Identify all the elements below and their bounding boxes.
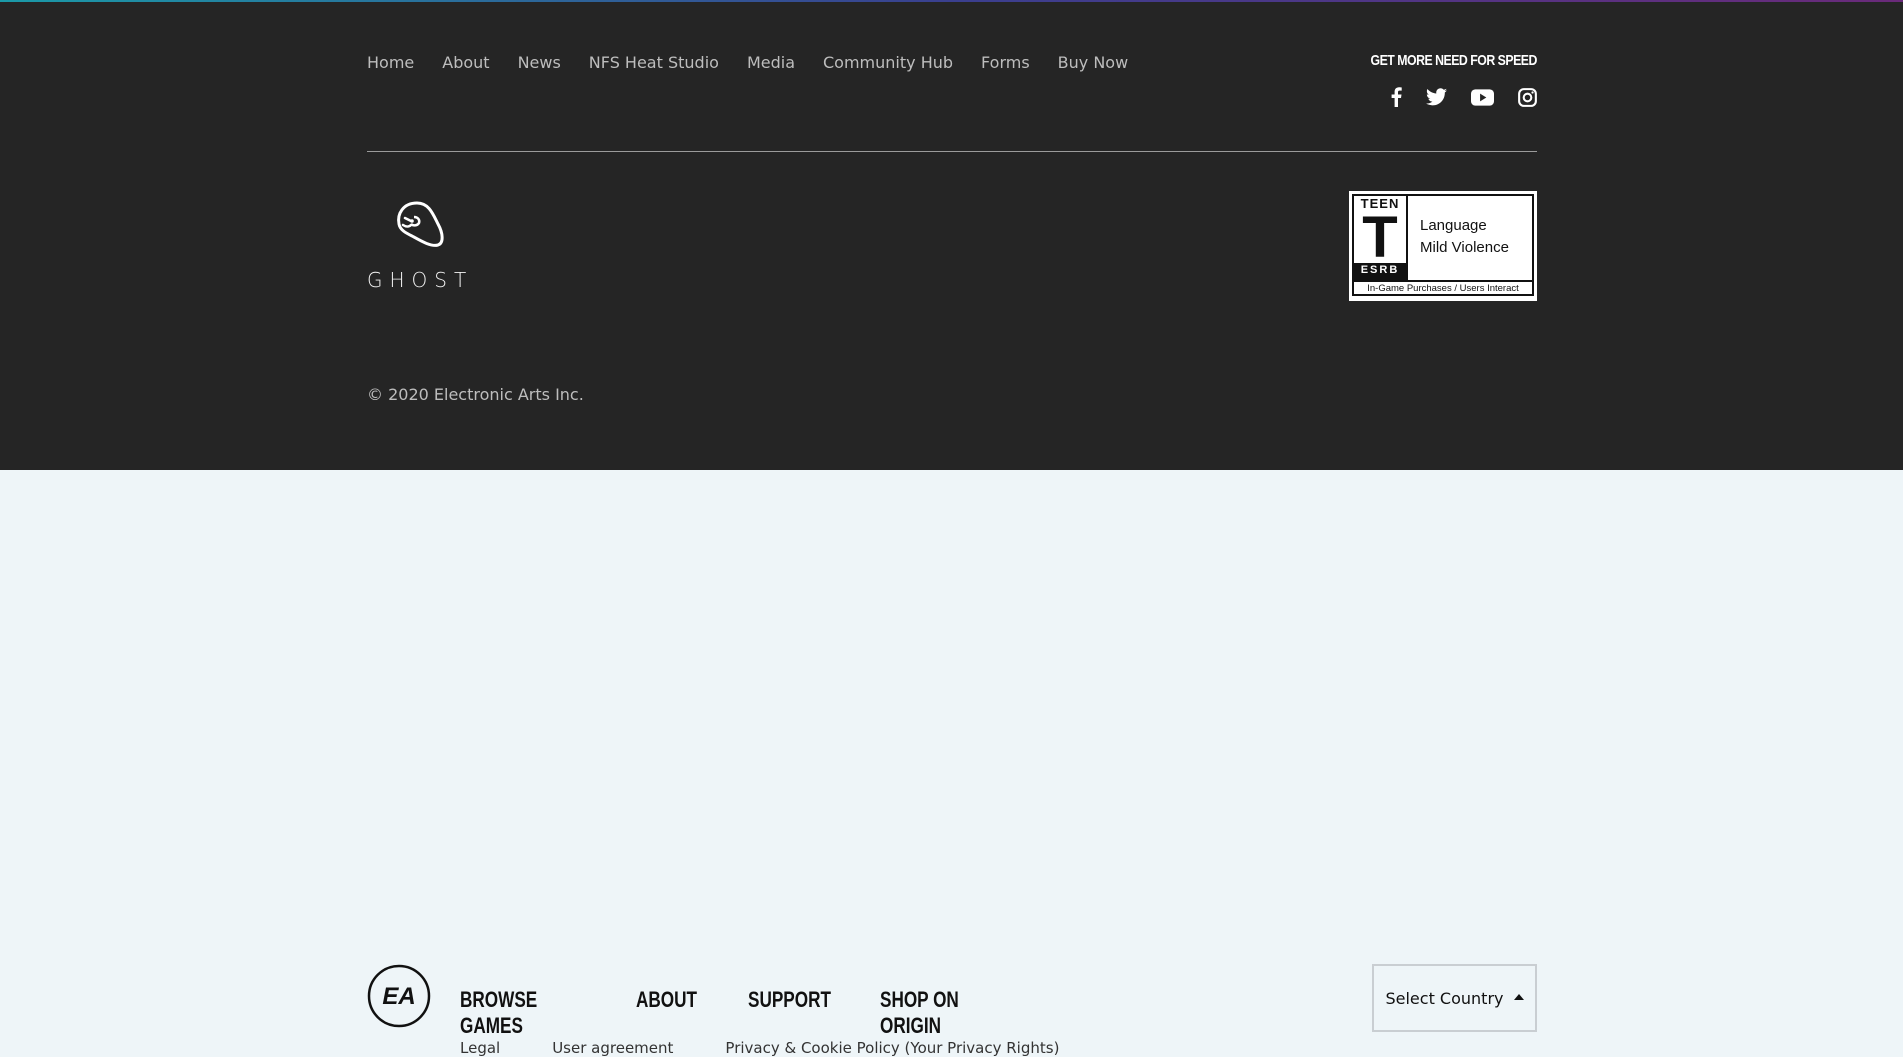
esrb-descriptor-violence: Mild Violence	[1420, 239, 1509, 256]
esrb-rating-letter: T	[1362, 205, 1398, 270]
nav-news-link[interactable]: News	[518, 53, 561, 72]
ea-primary-links: BROWSE GAMES ABOUT SUPPORT SHOP ON ORIGI…	[460, 987, 1062, 1039]
footer-nav: Home About News NFS Heat Studio Media Co…	[367, 53, 1156, 72]
user-agreement-link[interactable]: User agreement	[552, 1039, 673, 1057]
nav-forms-link[interactable]: Forms	[981, 53, 1030, 72]
ea-global-footer: EA BROWSE GAMES ABOUT SUPPORT SHOP ON OR…	[0, 470, 1903, 1057]
ghost-studio-name: GHOST	[367, 268, 474, 292]
nav-media-link[interactable]: Media	[747, 53, 795, 72]
esrb-interactive-elements: In-Game Purchases / Users Interact	[1367, 283, 1519, 294]
nav-community-hub-link[interactable]: Community Hub	[823, 53, 953, 72]
nav-home-link[interactable]: Home	[367, 53, 414, 72]
ea-logo[interactable]: EA	[367, 964, 431, 1028]
site-footer: Home About News NFS Heat Studio Media Co…	[0, 2, 1903, 470]
caret-up-icon	[1513, 994, 1524, 1000]
social-heading: GET MORE NEED FOR SPEED	[1370, 52, 1538, 69]
browse-games-link[interactable]: BROWSE GAMES	[460, 987, 557, 1039]
twitter-icon[interactable]	[1426, 88, 1447, 106]
support-link[interactable]: SUPPORT	[748, 987, 831, 1039]
country-select-label: Select Country	[1385, 988, 1504, 1008]
country-select[interactable]: Select Country	[1372, 964, 1537, 1032]
ea-secondary-links: Legal User agreement Privacy & Cookie Po…	[460, 1039, 1111, 1057]
esrb-descriptor-language: Language	[1420, 217, 1487, 234]
ea-logo-text: EA	[382, 983, 415, 1010]
esrb-rating-box[interactable]: TEEN T ESRB Language Mild Violence In-Ga…	[1349, 191, 1537, 301]
social-links	[1366, 87, 1537, 107]
nav-buy-now-link[interactable]: Buy Now	[1058, 53, 1129, 72]
copyright-text: © 2020 Electronic Arts Inc.	[367, 385, 584, 404]
legal-link[interactable]: Legal	[460, 1039, 500, 1057]
nav-about-link[interactable]: About	[442, 53, 489, 72]
privacy-policy-link[interactable]: Privacy & Cookie Policy (Your Privacy Ri…	[725, 1039, 1059, 1057]
youtube-icon[interactable]	[1471, 88, 1494, 106]
footer-divider	[367, 151, 1537, 152]
ea-about-link[interactable]: ABOUT	[636, 987, 697, 1039]
facebook-icon[interactable]	[1390, 87, 1402, 107]
instagram-icon[interactable]	[1518, 87, 1537, 107]
esrb-bottom-label: ESRB	[1360, 264, 1400, 276]
nav-nfs-heat-studio-link[interactable]: NFS Heat Studio	[589, 53, 719, 72]
shop-on-origin-link[interactable]: SHOP ON ORIGIN	[880, 987, 981, 1039]
